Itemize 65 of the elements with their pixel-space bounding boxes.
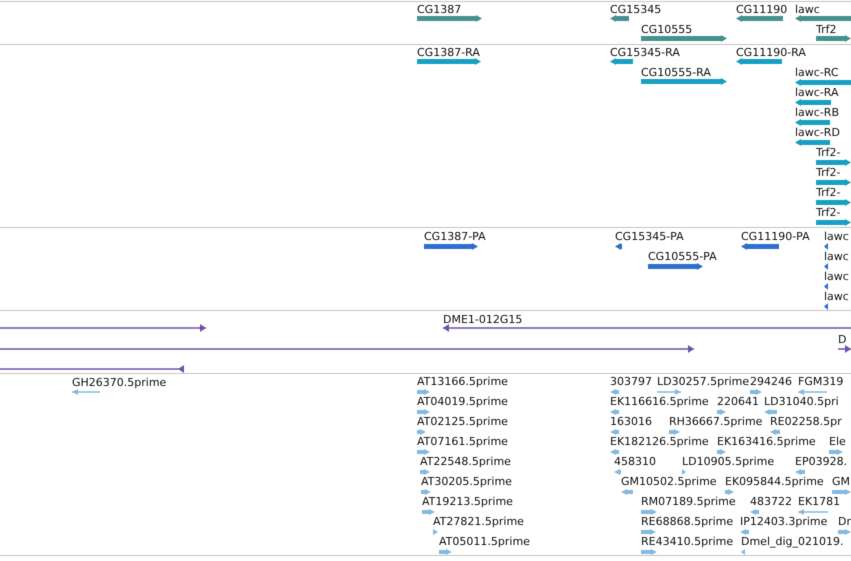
feature-label: Dr <box>838 515 851 528</box>
feature-label: AT13166.5prime <box>417 375 508 388</box>
feature-label: GM10502.5prime <box>621 475 717 488</box>
feature-label: 294246 <box>750 375 792 388</box>
feature-label: EK182126.5prime <box>610 435 709 448</box>
feature-label: CG11190-PA <box>741 230 810 243</box>
feature-label: 220641 <box>717 395 759 408</box>
feature-label: RE43410.5prime <box>641 535 734 548</box>
feature-label: GM <box>832 475 850 488</box>
feature-label: CG1387 <box>417 3 462 16</box>
feature-label: CG11190 <box>736 3 788 16</box>
feature-label: CG10555-PA <box>648 250 717 263</box>
feature-label: Trf2 <box>816 23 836 36</box>
feature-label: EK163416.5prime <box>717 435 816 448</box>
feature-label: lawc <box>795 3 820 16</box>
feature-label: FGM319 <box>798 375 844 388</box>
feature-label: LD30257.5prime <box>657 375 750 388</box>
feature-label: AT04019.5prime <box>417 395 508 408</box>
feature-label: EP03928. <box>795 455 848 468</box>
feature-label: CG1387-PA <box>424 230 486 243</box>
feature-label: EK095844.5prime <box>725 475 824 488</box>
feature-label: 458310 <box>614 455 656 468</box>
feature-label: 163016 <box>610 415 652 428</box>
feature-label: lawc-RB <box>795 106 839 119</box>
feature-label: CG10555 <box>641 23 692 36</box>
feature-label: AT22548.5prime <box>420 455 511 468</box>
feature-label: Ele <box>829 435 846 448</box>
feature-label: AT30205.5prime <box>421 475 512 488</box>
feature-label: lawc-RD <box>795 126 840 139</box>
feature-label: lawc <box>824 230 849 243</box>
feature-label: RE68868.5prime <box>641 515 734 528</box>
feature-label: lawc <box>824 290 849 303</box>
feature-label: Trf2- <box>816 186 840 199</box>
feature-label: Trf2- <box>816 166 840 179</box>
feature-label: GH26370.5prime <box>72 376 166 389</box>
feature-label: AT02125.5prime <box>417 415 508 428</box>
feature-label: DME1-012G15 <box>443 313 522 326</box>
feature-label: AT05011.5prime <box>439 535 530 548</box>
feature-label: lawc <box>824 250 849 263</box>
feature-label: LD10905.5prime <box>682 455 774 468</box>
feature-label: IP12403.3prime <box>740 515 828 528</box>
feature-label: 303797 <box>610 375 652 388</box>
feature-label: lawc-RA <box>795 86 839 99</box>
feature-label: AT07161.5prime <box>417 435 508 448</box>
feature-label: CG11190-RA <box>736 46 806 59</box>
feature-label: lawc-RC <box>795 66 839 79</box>
feature-label: CG15345-PA <box>615 230 684 243</box>
feature-label: RE02258.5pr <box>770 415 842 428</box>
feature-label: RM07189.5prime <box>641 495 736 508</box>
feature-label: RH36667.5prime <box>669 415 762 428</box>
feature-label: EK1781 <box>798 495 840 508</box>
feature-label: CG10555-RA <box>641 66 711 79</box>
feature-label: 483722 <box>750 495 792 508</box>
feature-label: D <box>838 333 846 346</box>
feature-label: Dmel_dig_021019. <box>741 535 844 548</box>
feature-label: Trf2- <box>816 146 840 159</box>
feature-label: LD31040.5pri <box>764 395 839 408</box>
feature-label: AT27821.5prime <box>433 515 524 528</box>
feature-label: Trf2- <box>816 206 840 219</box>
feature-label: CG15345 <box>610 3 662 16</box>
feature-label: CG1387-RA <box>417 46 480 59</box>
feature-label: AT19213.5prime <box>422 495 513 508</box>
feature-label: CG15345-RA <box>610 46 680 59</box>
feature-label: EK116616.5prime <box>610 395 709 408</box>
feature-label: lawc <box>824 270 849 283</box>
